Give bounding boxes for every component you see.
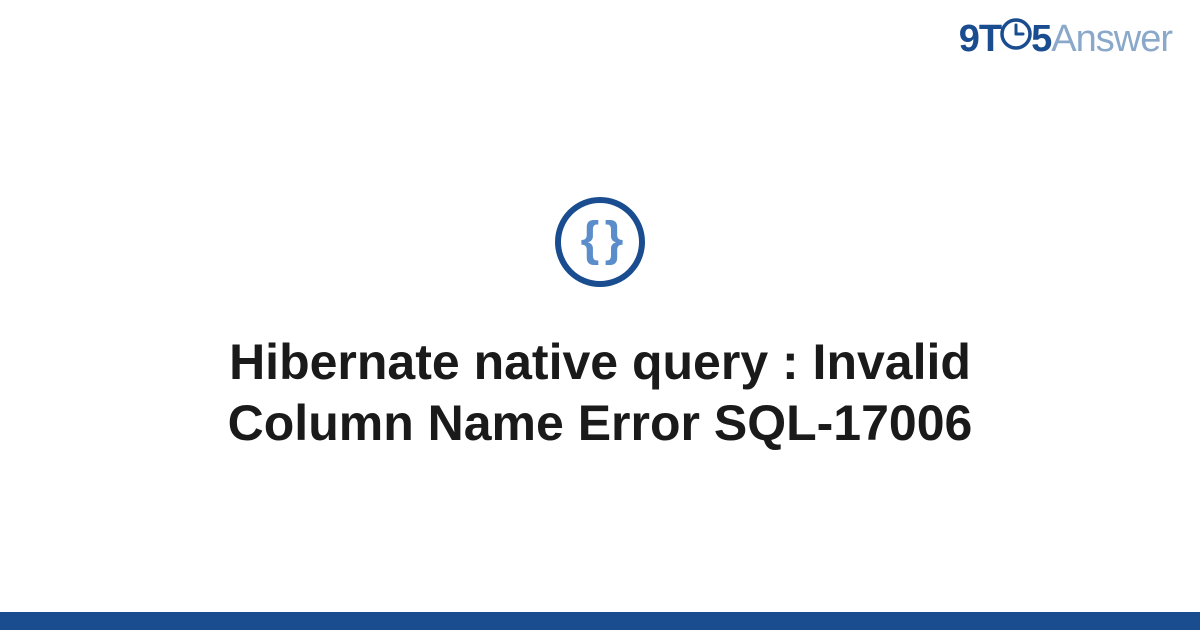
category-icon-circle: { } (555, 197, 645, 287)
footer-bar (0, 612, 1200, 630)
braces-icon: { } (581, 216, 620, 264)
page-title: Hibernate native query : Invalid Column … (100, 332, 1100, 454)
main-content: { } Hibernate native query : Invalid Col… (0, 0, 1200, 630)
